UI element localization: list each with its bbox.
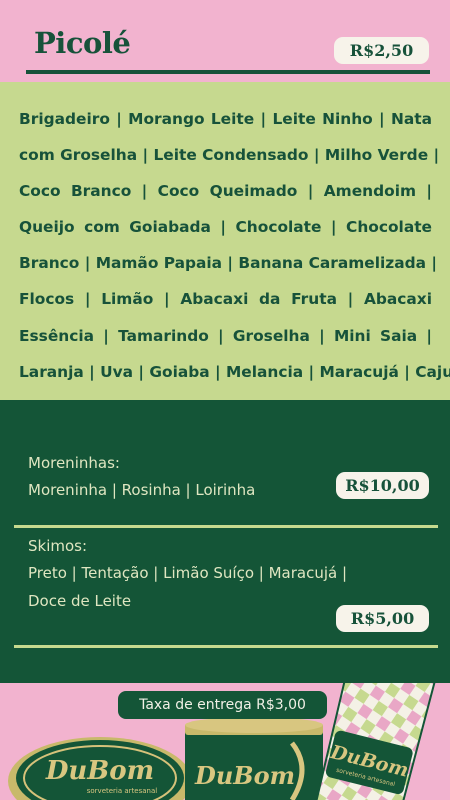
- ice-cream-tub-lid: DuBom sorveteria artesanal: [8, 737, 192, 800]
- picole-price-badge: R$2,50: [334, 37, 429, 64]
- flavor-line: Essência | Tamarindo | Groselha | Mini S…: [19, 326, 432, 345]
- flavor-line: Brigadeiro | Morango Leite | Leite Ninho…: [19, 110, 432, 128]
- wrapped-popsicle: DuBom sorveteria artesanal: [314, 683, 438, 800]
- header-divider: [26, 70, 430, 74]
- section-divider: [14, 645, 438, 648]
- skimos-label: Skimos:: [28, 537, 88, 555]
- flavor-line: Flocos | Limão | Abacaxi da Fruta | Abac…: [19, 290, 432, 309]
- flavor-line: com Groselha | Leite Condensado | Milho …: [19, 146, 440, 165]
- flavors-panel: Brigadeiro | Morango Leite | Leite Ninho…: [0, 82, 450, 400]
- skimos-price-badge: R$5,00: [336, 605, 429, 632]
- moreninhas-items: Moreninha | Rosinha | Loirinha: [28, 481, 256, 499]
- flavor-line: Branco | Mamão Papaia | Banana Carameliz…: [19, 254, 437, 273]
- brand-logo-text: DuBom: [194, 761, 295, 790]
- flavor-line: Queijo com Goiabada | Chocolate | Chocol…: [19, 218, 432, 237]
- flavor-line: Coco Branco | Coco Queimado | Amendoim |: [19, 182, 432, 201]
- moreninhas-label: Moreninhas:: [28, 454, 120, 472]
- page-title: Picolé: [34, 26, 131, 60]
- skimos-items-line2: Doce de Leite: [28, 592, 132, 610]
- flavor-line: Laranja | Uva | Goiaba | Melancia | Mara…: [19, 362, 450, 381]
- ice-cream-cup: DuBom: [185, 717, 323, 800]
- flavor-list: Brigadeiro | Morango Leite | Leite Ninho…: [19, 101, 450, 390]
- skimos-items-line1: Preto | Tentação | Limão Suíço | Maracuj…: [28, 564, 348, 582]
- moreninhas-price-badge: R$10,00: [336, 472, 429, 499]
- brand-logo-text: DuBom: [45, 756, 154, 786]
- brand-subtitle: sorveteria artesanal: [87, 787, 158, 795]
- delivery-fee-badge: Taxa de entrega R$3,00: [118, 691, 327, 719]
- section-divider: [14, 525, 438, 528]
